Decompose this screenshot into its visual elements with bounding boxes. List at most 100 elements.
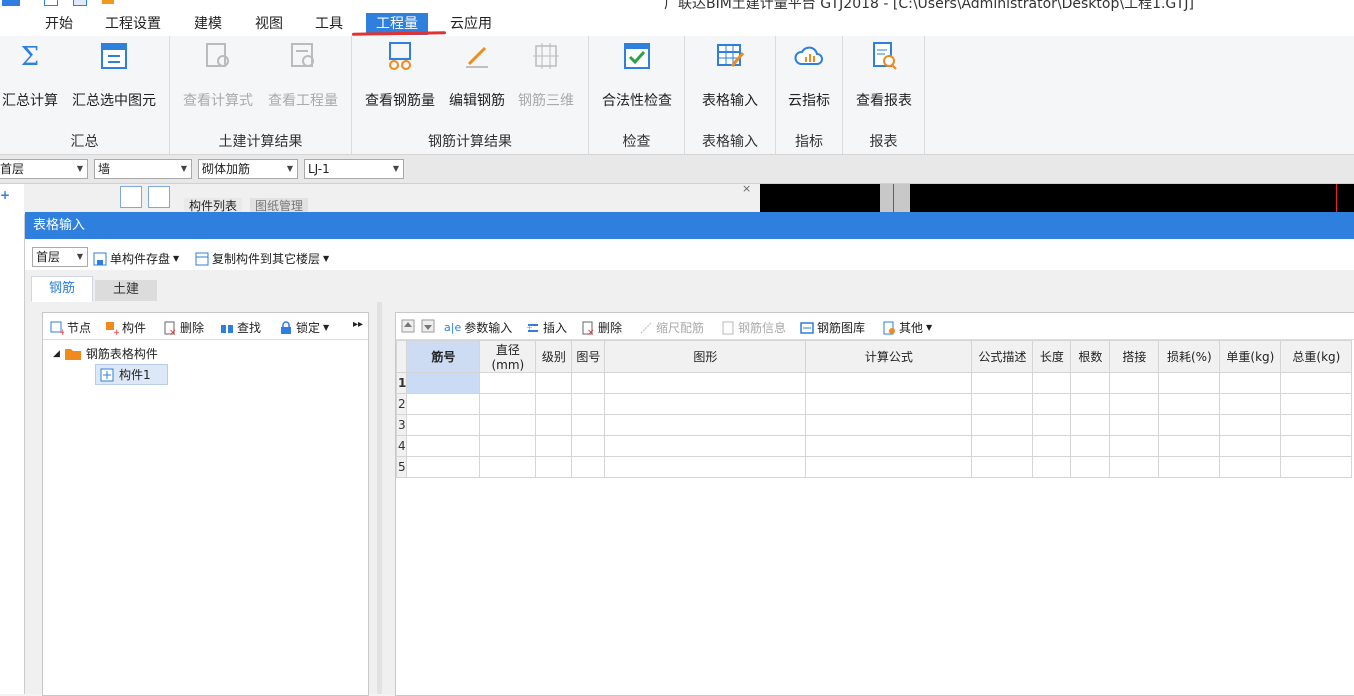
table-cell[interactable]: [1219, 456, 1282, 478]
table-cell[interactable]: [1070, 456, 1111, 478]
single-save-button[interactable]: 单构件存盘 ▼: [93, 250, 179, 267]
floor-select[interactable]: 首层 ▼: [0, 159, 88, 179]
dialog-floor-select[interactable]: 首层 ▼: [32, 247, 88, 267]
table-cell[interactable]: [479, 372, 537, 394]
column-header[interactable]: 直径(mm): [479, 340, 537, 373]
table-cell[interactable]: [479, 456, 537, 478]
cloud-indicator-button[interactable]: 云指标: [782, 40, 836, 110]
validity-check-button[interactable]: 合法性检查: [597, 40, 677, 110]
drawing-canvas[interactable]: [760, 184, 1354, 214]
add-component-button[interactable]: + 构件: [105, 319, 146, 336]
table-cell[interactable]: [1219, 414, 1282, 436]
table-cell[interactable]: [1280, 393, 1353, 415]
table-cell[interactable]: [1280, 456, 1353, 478]
table-cell[interactable]: [1280, 414, 1353, 436]
table-cell[interactable]: [805, 414, 973, 436]
table-cell[interactable]: [535, 393, 573, 415]
rebar-3d-button[interactable]: 钢筋三维: [515, 40, 577, 110]
table-cell[interactable]: [1032, 393, 1072, 415]
add-node-button[interactable]: + 节点: [50, 319, 91, 336]
column-header[interactable]: 根数: [1070, 340, 1111, 373]
column-header[interactable]: 搭接: [1109, 340, 1160, 373]
column-header[interactable]: 筋号: [406, 340, 481, 373]
table-cell[interactable]: [535, 414, 573, 436]
type-select[interactable]: 墙 ▼: [94, 159, 192, 179]
add-icon[interactable]: +: [0, 188, 10, 202]
table-cell[interactable]: [1109, 372, 1160, 394]
menu-modeling[interactable]: 建模: [184, 13, 232, 35]
tree-item-component-1[interactable]: 构件1: [95, 364, 168, 385]
column-header[interactable]: 总重(kg): [1280, 340, 1353, 373]
column-header[interactable]: 公式描述: [971, 340, 1034, 373]
table-cell[interactable]: [805, 393, 973, 415]
rebar-library-button[interactable]: 钢筋图库: [800, 319, 865, 336]
panel-splitter[interactable]: [377, 302, 382, 694]
menu-view[interactable]: 视图: [245, 13, 293, 35]
view-report-button[interactable]: 查看报表: [849, 40, 919, 110]
find-button[interactable]: 查找: [220, 319, 261, 336]
more-icon[interactable]: ▸▸: [353, 319, 363, 330]
close-icon[interactable]: ×: [742, 182, 751, 195]
table-cell[interactable]: [406, 414, 481, 436]
table-cell[interactable]: [406, 435, 481, 457]
open-icon[interactable]: [73, 0, 87, 6]
menu-project-settings[interactable]: 工程设置: [95, 13, 171, 35]
table-cell[interactable]: [1158, 435, 1221, 457]
tree-root[interactable]: ◢ 钢筋表格构件: [53, 345, 158, 362]
move-up-button[interactable]: [401, 319, 415, 333]
table-cell[interactable]: [479, 393, 537, 415]
summary-selected-button[interactable]: 汇总选中图元: [66, 40, 162, 110]
summary-calc-button[interactable]: Σ 汇总计算: [0, 40, 60, 110]
table-cell[interactable]: [805, 435, 973, 457]
table-cell[interactable]: [971, 372, 1034, 394]
table-cell[interactable]: [571, 456, 606, 478]
table-cell[interactable]: [604, 414, 807, 436]
table-cell[interactable]: [479, 435, 537, 457]
table-cell[interactable]: [1032, 372, 1072, 394]
table-cell[interactable]: [1219, 372, 1282, 394]
table-row[interactable]: 5: [395, 456, 1353, 478]
table-cell[interactable]: [1219, 435, 1282, 457]
new-icon[interactable]: [102, 0, 114, 4]
column-header[interactable]: 图号: [571, 340, 606, 373]
table-row[interactable]: 2: [395, 393, 1353, 415]
list-view-icon[interactable]: [120, 186, 142, 208]
table-cell[interactable]: [1109, 435, 1160, 457]
rebar-info-button[interactable]: 钢筋信息: [721, 319, 786, 336]
table-cell[interactable]: [1032, 414, 1072, 436]
table-row[interactable]: 1: [395, 372, 1353, 394]
column-header[interactable]: 计算公式: [805, 340, 973, 373]
column-header[interactable]: 级别: [535, 340, 573, 373]
table-cell[interactable]: [1070, 372, 1111, 394]
table-input-button[interactable]: 表格输入: [693, 40, 767, 110]
table-cell[interactable]: [805, 372, 973, 394]
table-row[interactable]: 4: [395, 435, 1353, 457]
table-cell[interactable]: [604, 435, 807, 457]
table-cell[interactable]: [1158, 414, 1221, 436]
delete-row-button[interactable]: × 删除: [581, 319, 622, 336]
collapse-icon[interactable]: ◢: [53, 349, 60, 359]
delete-button[interactable]: × 删除: [163, 319, 204, 336]
insert-button[interactable]: + 插入: [526, 319, 567, 336]
edit-rebar-button[interactable]: 编辑钢筋: [446, 40, 508, 110]
table-cell[interactable]: [1109, 414, 1160, 436]
table-cell[interactable]: [1280, 435, 1353, 457]
table-cell[interactable]: [1158, 456, 1221, 478]
subtype-select[interactable]: 砌体加筋 ▼: [198, 159, 298, 179]
element-select[interactable]: LJ-1 ▼: [304, 159, 404, 179]
table-cell[interactable]: [604, 456, 807, 478]
table-cell[interactable]: [1109, 393, 1160, 415]
column-header[interactable]: 图形: [604, 340, 807, 373]
table-cell[interactable]: [535, 456, 573, 478]
table-cell[interactable]: [1070, 414, 1111, 436]
table-cell[interactable]: [571, 393, 606, 415]
lock-button[interactable]: 锁定 ▼: [279, 319, 329, 336]
table-cell[interactable]: [1158, 372, 1221, 394]
other-button[interactable]: 其他 ▼: [882, 319, 932, 336]
column-header[interactable]: 长度: [1032, 340, 1072, 373]
table-cell[interactable]: [571, 435, 606, 457]
detail-view-icon[interactable]: [148, 186, 170, 208]
move-down-button[interactable]: [421, 319, 435, 333]
menu-start[interactable]: 开始: [35, 13, 83, 35]
table-cell[interactable]: [571, 414, 606, 436]
